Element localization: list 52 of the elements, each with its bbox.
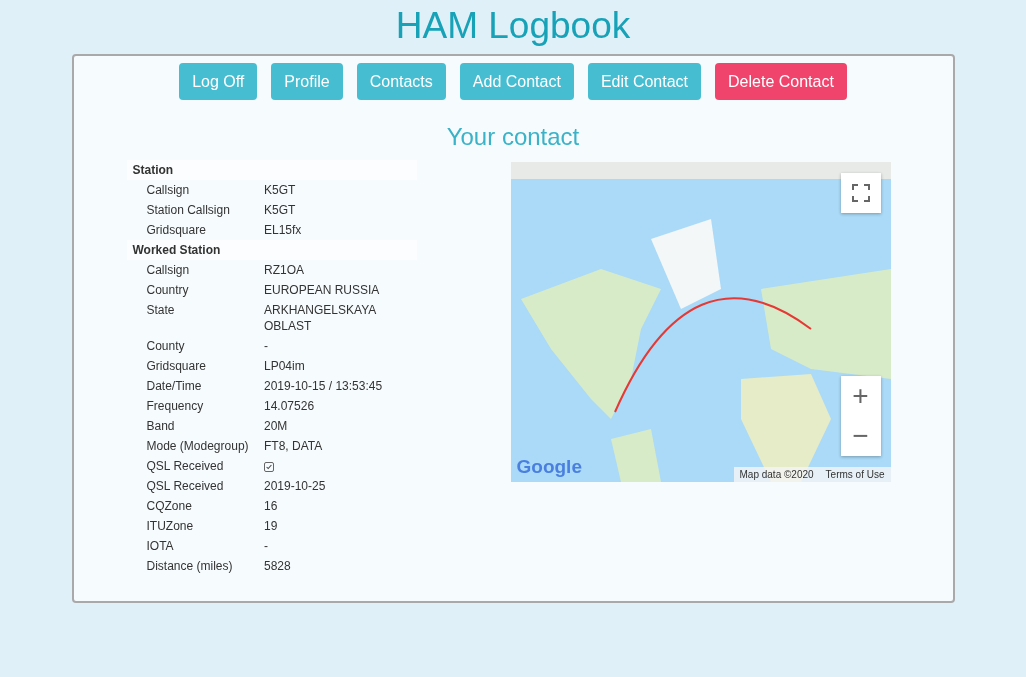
field-value: - xyxy=(263,338,269,355)
field-label: Gridsquare xyxy=(126,220,260,240)
group-header: Station xyxy=(126,160,417,180)
field-label: IOTA xyxy=(145,538,175,555)
field-value: 2019-10-25 xyxy=(263,478,327,495)
field-label: Country xyxy=(145,282,190,299)
field-label: Gridsquare xyxy=(145,358,207,375)
field-label: Station Callsign xyxy=(145,202,231,219)
terms-link[interactable]: Terms of Use xyxy=(825,469,885,480)
nav-button[interactable]: Add Contact xyxy=(459,63,574,100)
field-label: Date/Time xyxy=(145,378,203,395)
field-label: State xyxy=(145,302,176,319)
fullscreen-icon xyxy=(851,184,870,202)
map-logo: Google xyxy=(516,456,582,478)
map-attribution: Map data ©2020 xyxy=(739,469,814,480)
group-header: Worked Station xyxy=(126,240,417,260)
field-value: K5GT xyxy=(263,202,297,219)
field-value: ARKHANGELSKAYA OBLAST xyxy=(263,302,377,335)
field-label: Distance (miles) xyxy=(145,558,234,575)
nav-button[interactable]: Log Off xyxy=(179,63,258,100)
page-title: HAM Logbook xyxy=(395,4,631,48)
field-label: Frequency xyxy=(145,398,205,415)
field-label: County xyxy=(145,338,186,355)
field-label: ITUZone xyxy=(145,518,195,535)
field-label: QSL Received xyxy=(145,478,225,495)
field-value: EUROPEAN RUSSIA xyxy=(263,282,381,299)
field-label: Band xyxy=(145,418,176,435)
field-label: Callsign xyxy=(126,260,260,280)
fullscreen-button[interactable] xyxy=(840,173,881,213)
field-value: K5GT xyxy=(260,180,417,200)
nav-button[interactable]: Profile xyxy=(271,63,343,100)
field-value: 5828 xyxy=(263,558,292,575)
nav-button[interactable]: Delete Contact xyxy=(715,63,847,100)
field-value: - xyxy=(263,538,269,555)
field-value: LP04im xyxy=(263,358,306,375)
field-value: 16 xyxy=(263,498,279,515)
field-value: 19 xyxy=(263,518,279,535)
nav-button[interactable]: Edit Contact xyxy=(587,63,702,100)
field-label: Callsign xyxy=(126,180,260,200)
field-value: FT8, DATA xyxy=(263,438,324,455)
field-value: 2019-10-15 / 13:53:45 xyxy=(263,378,384,395)
zoom-in-button[interactable]: + xyxy=(840,376,881,416)
field-label: CQZone xyxy=(145,498,193,515)
nav-button[interactable]: Contacts xyxy=(356,63,446,100)
section-heading: Your contact xyxy=(446,122,580,152)
zoom-out-button[interactable]: − xyxy=(840,416,881,456)
field-label: QSL Received xyxy=(145,458,225,475)
field-value: RZ1OA xyxy=(260,260,417,280)
field-value: 20M xyxy=(263,418,289,435)
field-label: Mode (Modegroup) xyxy=(145,438,250,455)
field-value: 14.07526 xyxy=(263,398,316,415)
field-value: EL15fx xyxy=(260,220,417,240)
